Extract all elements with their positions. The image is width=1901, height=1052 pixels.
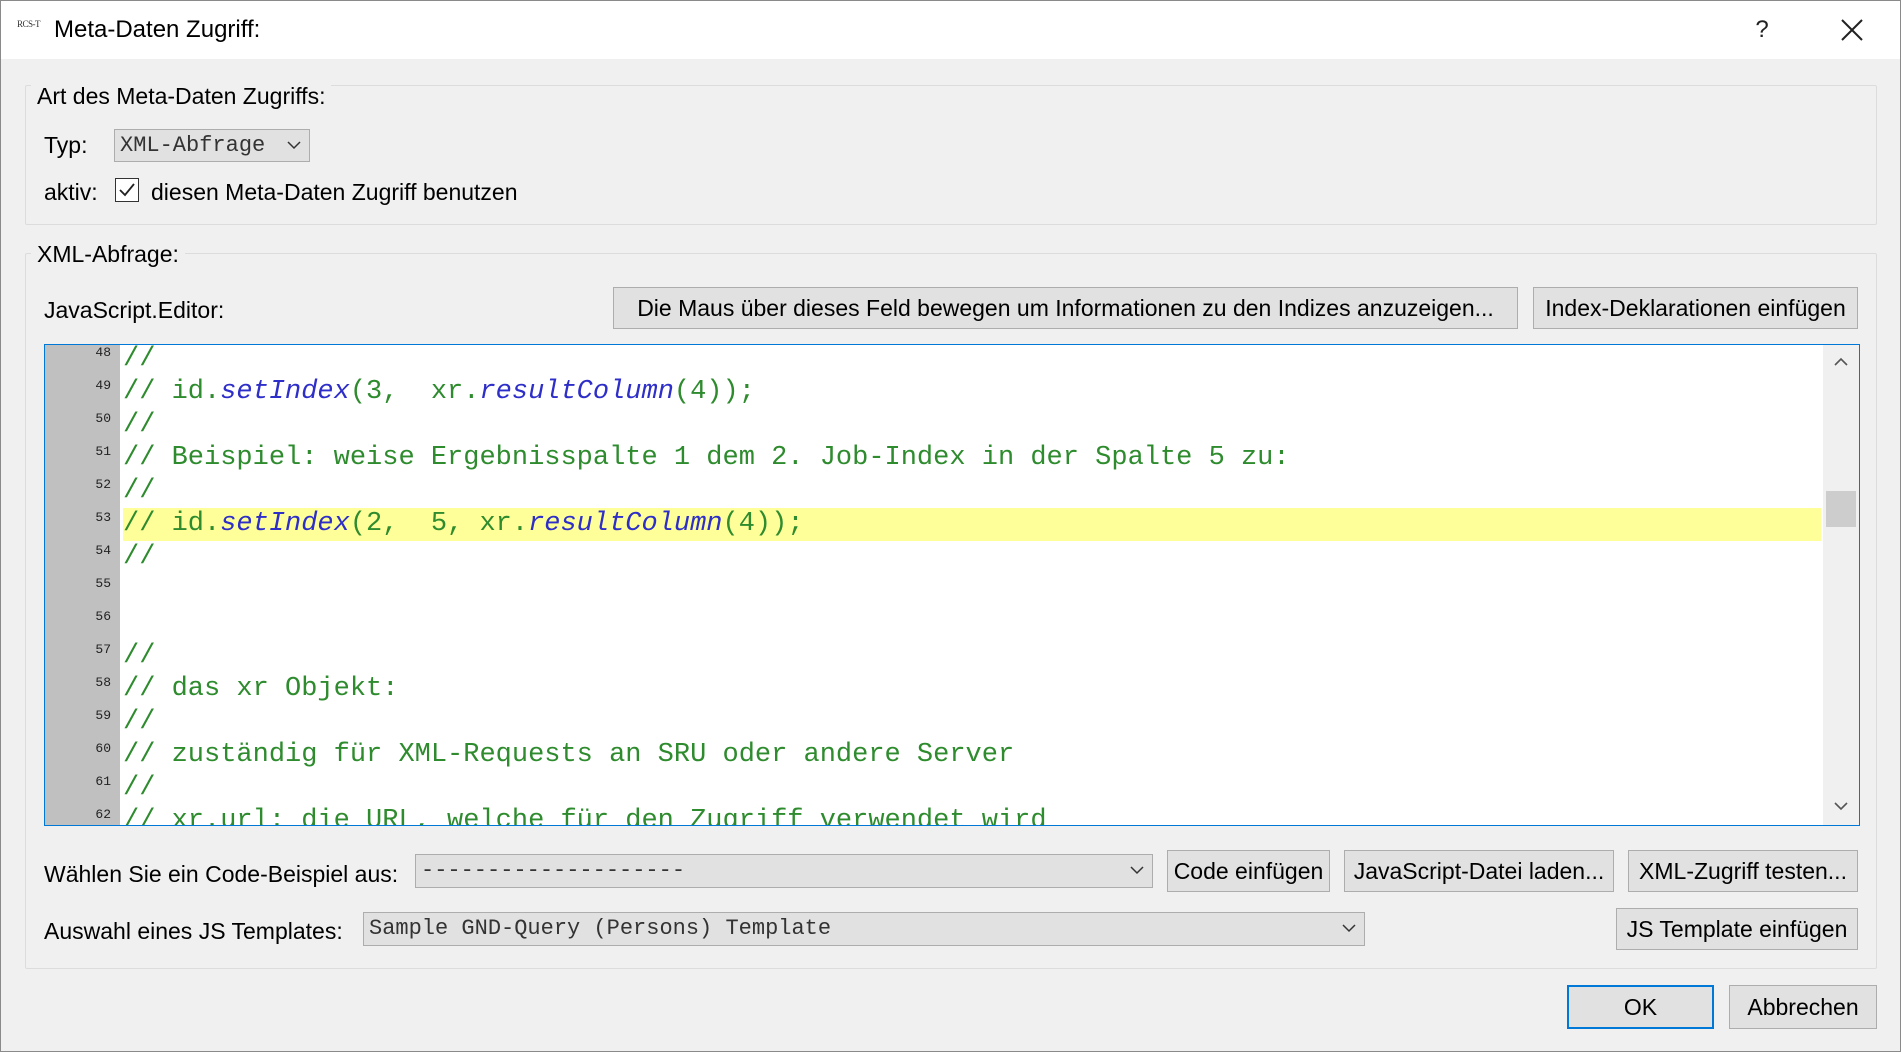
xml-query-group-label: XML-Abfrage: xyxy=(31,241,185,268)
active-checkbox-label[interactable]: diesen Meta-Daten Zugriff benutzen xyxy=(151,179,518,206)
code-line[interactable]: 49 // id.setIndex(3, xr.resultColumn(4)); xyxy=(45,376,1823,409)
code-line[interactable]: 55 xyxy=(45,574,1823,607)
active-checkbox[interactable] xyxy=(115,178,139,202)
code-example-select-value: -------------------- xyxy=(421,858,686,883)
scroll-down-icon[interactable] xyxy=(1834,802,1848,811)
line-number: 62 xyxy=(95,807,111,822)
code-text[interactable]: // xyxy=(123,541,1821,574)
line-number: 49 xyxy=(95,378,111,393)
code-text[interactable]: // Beispiel: weise Ergebnisspalte 1 dem … xyxy=(123,442,1821,475)
js-template-select[interactable]: Sample GND-Query (Persons) Template xyxy=(363,912,1365,946)
chevron-down-icon xyxy=(1130,866,1144,875)
scroll-up-icon[interactable] xyxy=(1834,357,1848,366)
code-example-select[interactable]: -------------------- xyxy=(415,854,1153,888)
line-number: 51 xyxy=(95,444,111,459)
line-number: 56 xyxy=(95,609,111,624)
code-line[interactable]: 60 // zuständig für XML-Requests an SRU o… xyxy=(45,739,1823,772)
code-text[interactable] xyxy=(123,607,1821,640)
editor-vertical-scrollbar[interactable] xyxy=(1823,345,1859,825)
line-number: 60 xyxy=(95,741,111,756)
javascript-editor-label: JavaScript.Editor: xyxy=(44,297,225,323)
code-line[interactable]: 57 // xyxy=(45,640,1823,673)
js-template-label: Auswahl eines JS Templates: xyxy=(44,918,343,944)
code-line[interactable]: 59 // xyxy=(45,706,1823,739)
line-number: 50 xyxy=(95,411,111,426)
code-text[interactable]: // id.setIndex(3, xr.resultColumn(4)); xyxy=(123,376,1821,409)
line-number: 52 xyxy=(95,477,111,492)
line-number: 58 xyxy=(95,675,111,690)
type-select[interactable]: XML-Abfrage xyxy=(114,129,310,162)
code-line[interactable]: 51 // Beispiel: weise Ergebnisspalte 1 de… xyxy=(45,442,1823,475)
type-select-value: XML-Abfrage xyxy=(120,133,266,158)
code-text[interactable]: // das xr Objekt: xyxy=(123,673,1821,706)
code-text[interactable]: // id.setIndex(2, 5, xr.resultColumn(4))… xyxy=(123,508,1821,541)
code-line[interactable]: 56 xyxy=(45,607,1823,640)
type-label: Typ: xyxy=(44,132,88,158)
code-text[interactable]: // xr.url: die URL, welche für den Zugri… xyxy=(123,805,1821,825)
line-number: 59 xyxy=(95,708,111,723)
code-text[interactable]: // xyxy=(123,706,1821,739)
meta-data-access-dialog: RCS-T Meta-Daten Zugriff: ? Art des Meta… xyxy=(0,0,1901,1052)
line-number: 57 xyxy=(95,642,111,657)
close-icon xyxy=(1841,19,1863,41)
code-text[interactable]: // xyxy=(123,772,1821,805)
code-line[interactable]: 52 // xyxy=(45,475,1823,508)
code-text[interactable] xyxy=(123,574,1821,607)
code-text[interactable]: // xyxy=(123,345,1821,376)
code-text[interactable]: // xyxy=(123,409,1821,442)
app-icon: RCS-T xyxy=(17,19,41,29)
help-button[interactable]: ? xyxy=(1737,1,1787,59)
code-example-label: Wählen Sie ein Code-Beispiel aus: xyxy=(44,861,399,887)
code-line[interactable]: 48 // xyxy=(45,345,1823,376)
code-text[interactable]: // xyxy=(123,640,1821,673)
line-number: 61 xyxy=(95,774,111,789)
code-line[interactable]: 50 // xyxy=(45,409,1823,442)
code-text[interactable]: // zuständig für XML-Requests an SRU ode… xyxy=(123,739,1821,772)
code-line[interactable]: 54 // xyxy=(45,541,1823,574)
code-line[interactable]: 61 // xyxy=(45,772,1823,805)
title-bar[interactable]: RCS-T Meta-Daten Zugriff: ? xyxy=(1,1,1900,59)
load-javascript-file-button[interactable]: JavaScript-Datei laden... xyxy=(1344,850,1614,892)
access-type-group-label: Art des Meta-Daten Zugriffs: xyxy=(31,83,332,110)
window-title: Meta-Daten Zugriff: xyxy=(54,16,261,43)
ok-button[interactable]: OK xyxy=(1567,985,1714,1029)
index-info-button[interactable]: Die Maus über dieses Feld bewegen um Inf… xyxy=(613,287,1518,329)
line-number: 53 xyxy=(95,510,111,525)
code-line[interactable]: 58 // das xr Objekt: xyxy=(45,673,1823,706)
code-line[interactable]: 53 // id.setIndex(2, 5, xr.resultColumn(4… xyxy=(45,508,1823,541)
chevron-down-icon xyxy=(1342,924,1356,933)
insert-js-template-button[interactable]: JS Template einfügen xyxy=(1616,908,1858,950)
line-number: 55 xyxy=(95,576,111,591)
line-number: 54 xyxy=(95,543,111,558)
active-label: aktiv: xyxy=(44,179,98,205)
cancel-button[interactable]: Abbrechen xyxy=(1729,985,1877,1029)
code-line[interactable]: 62 // xr.url: die URL, welche für den Zug… xyxy=(45,805,1823,825)
insert-code-button[interactable]: Code einfügen xyxy=(1167,850,1330,892)
insert-index-declarations-button[interactable]: Index-Deklarationen einfügen xyxy=(1533,287,1858,329)
checkmark-icon xyxy=(119,183,135,197)
chevron-down-icon xyxy=(287,140,301,149)
code-text[interactable]: // xyxy=(123,475,1821,508)
close-button[interactable] xyxy=(1823,1,1881,59)
test-xml-access-button[interactable]: XML-Zugriff testen... xyxy=(1628,850,1858,892)
js-template-select-value: Sample GND-Query (Persons) Template xyxy=(369,916,832,941)
javascript-code-editor[interactable]: 48 // 49 // id.setIndex(3, xr.resultColumn(… xyxy=(44,344,1860,826)
scrollbar-thumb[interactable] xyxy=(1826,491,1856,527)
line-number: 48 xyxy=(95,345,111,360)
